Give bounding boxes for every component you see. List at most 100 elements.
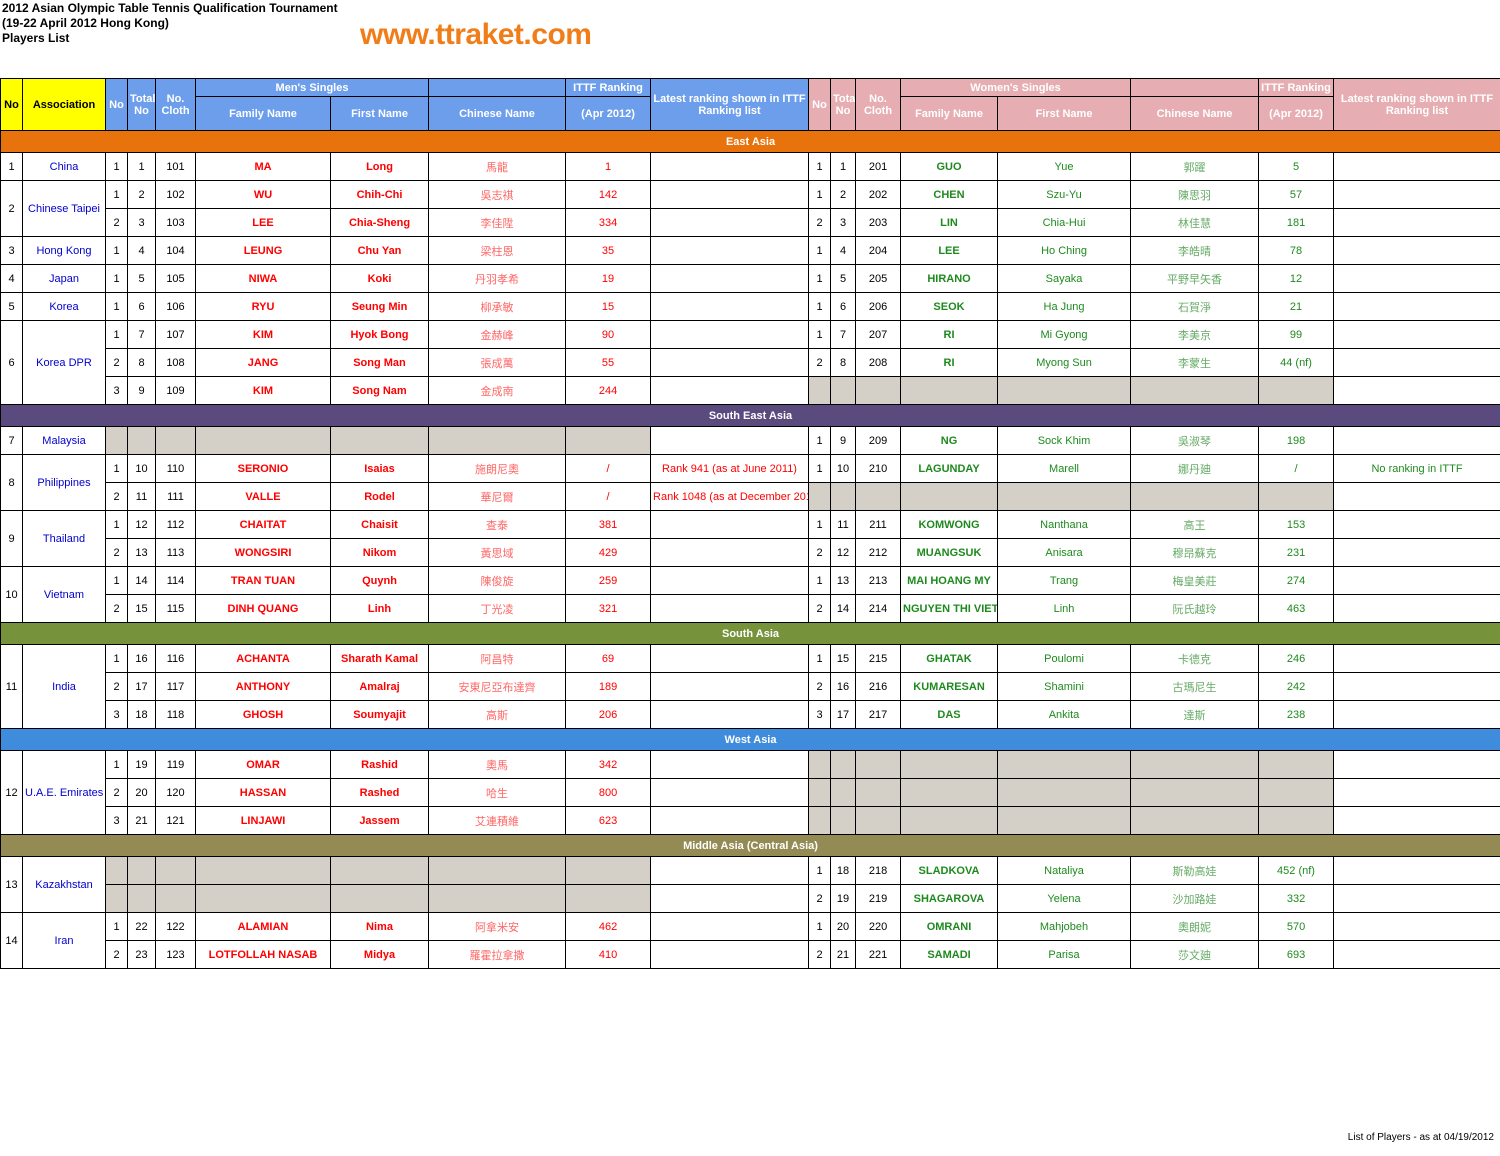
col-header-women-chinese-name: Chinese Name xyxy=(1130,96,1260,131)
womens-latest-rank-note xyxy=(1333,912,1500,941)
womens-total-no: 18 xyxy=(830,856,857,885)
mens-chinese-name-blank xyxy=(428,884,567,913)
mens-chinese-name: 丹羽孝希 xyxy=(428,264,567,293)
womens-first-name: Yelena xyxy=(997,884,1132,913)
womens-no: 2 xyxy=(808,594,832,623)
womens-ittf-rank: 99 xyxy=(1258,320,1335,349)
womens-no: 2 xyxy=(808,538,832,567)
mens-total-no: 22 xyxy=(127,912,156,941)
womens-family-name: GHATAK xyxy=(900,644,999,673)
mens-chinese-name: 阿昌特 xyxy=(428,644,567,673)
mens-chinese-name: 奧馬 xyxy=(428,750,567,779)
womens-no: 2 xyxy=(808,884,832,913)
womens-no-cloth: 206 xyxy=(855,292,902,321)
mens-no-cloth: 101 xyxy=(155,152,196,181)
mens-total-no: 11 xyxy=(127,482,156,511)
mens-chinese-name: 施朗尼奧 xyxy=(428,454,567,483)
womens-no-cloth: 221 xyxy=(855,940,902,969)
mens-no: 1 xyxy=(105,912,128,941)
mens-total-no: 9 xyxy=(127,376,156,405)
col-header-no: No xyxy=(0,78,23,131)
mens-latest-rank-note xyxy=(650,180,810,209)
womens-latest-rank-note xyxy=(1333,152,1500,181)
womens-total-no: 20 xyxy=(830,912,857,941)
womens-latest-rank-note xyxy=(1333,538,1500,567)
womens-total-no: 5 xyxy=(830,264,857,293)
womens-family-name: KOMWONG xyxy=(900,510,999,539)
table-row: 3 21 121 LINJAWI Jassem 艾連積維 623 xyxy=(1,806,1500,835)
mens-latest-rank-note xyxy=(650,806,810,835)
womens-ittf-rank: 452 (nf) xyxy=(1258,856,1335,885)
mens-chinese-name: 丁光凌 xyxy=(428,594,567,623)
tournament-dates-venue: (19-22 April 2012 Hong Kong) xyxy=(2,16,169,30)
mens-family-name-blank xyxy=(195,426,331,455)
womens-chinese-name: 穆昂蘇克 xyxy=(1130,538,1260,567)
mens-family-name: ACHANTA xyxy=(195,644,331,673)
mens-chinese-name: 羅霍拉拿撒 xyxy=(428,940,567,969)
mens-no-cloth-blank xyxy=(155,884,196,913)
womens-no-cloth: 205 xyxy=(855,264,902,293)
mens-first-name: Chih-Chi xyxy=(329,180,430,209)
womens-no-cloth: 211 xyxy=(855,510,902,539)
association-name: Japan xyxy=(22,264,106,293)
mens-chinese-name: 陳俊旋 xyxy=(428,566,567,595)
mens-no: 2 xyxy=(105,594,128,623)
womens-no: 2 xyxy=(808,208,832,237)
womens-no-cloth: 201 xyxy=(855,152,902,181)
mens-no: 2 xyxy=(105,778,128,807)
womens-no-cloth: 213 xyxy=(855,566,902,595)
table-row: 5 Korea 1 6 106 RYU Seung Min 柳承敏 15 1 6 206 SEOK Ha … xyxy=(0,292,1500,321)
womens-latest-rank-note xyxy=(1333,292,1500,321)
mens-first-name: Linh xyxy=(329,594,430,623)
womens-first-name-blank xyxy=(997,482,1132,511)
col-header-women-family-name: Family Name xyxy=(900,96,999,131)
mens-total-no: 5 xyxy=(127,264,156,293)
mens-no-cloth: 118 xyxy=(155,700,196,729)
womens-total-no: 3 xyxy=(830,208,857,237)
womens-total-no: 4 xyxy=(830,236,857,265)
mens-total-no: 1 xyxy=(127,152,156,181)
womens-latest-rank-blank xyxy=(1333,750,1500,779)
mens-family-name: KIM xyxy=(195,376,331,405)
mens-latest-rank-note xyxy=(650,644,810,673)
table-row: 2 11 111 VALLE Rodel 華尼爾 / Rank 1048 (as at Dec… xyxy=(1,482,1500,511)
womens-family-name-blank xyxy=(900,778,999,807)
table-row: 2 15 115 DINH QUANG Linh 丁光凌 321 2 14 214 NGUYEN T… xyxy=(1,594,1500,623)
mens-family-name: KIM xyxy=(195,320,331,349)
womens-family-name: SEOK xyxy=(900,292,999,321)
w-no-cloth-line2: Cloth xyxy=(863,104,893,117)
womens-first-name: Trang xyxy=(997,566,1132,595)
womens-ittf-rank: 693 xyxy=(1258,940,1335,969)
mens-family-name: SERONIO xyxy=(195,454,331,483)
mens-total-no-blank xyxy=(127,856,156,885)
col-header-men-chinese-spacer xyxy=(428,78,567,97)
association-name: India xyxy=(22,644,106,729)
w-total-no-line1: Total xyxy=(833,92,856,105)
womens-first-name: Chia-Hui xyxy=(997,208,1132,237)
mens-no-cloth: 112 xyxy=(155,510,196,539)
mens-first-name: Song Nam xyxy=(329,376,430,405)
footer-note: List of Players - as at 04/19/2012 xyxy=(1347,1132,1494,1143)
womens-ittf-rank: 570 xyxy=(1258,912,1335,941)
womens-total-no-blank xyxy=(830,750,857,779)
womens-no-cloth-blank xyxy=(855,376,902,405)
mens-total-no: 23 xyxy=(127,940,156,969)
womens-latest-rank-blank xyxy=(1333,806,1500,835)
womens-ittf-rank: 332 xyxy=(1258,884,1335,913)
table-row: 2 3 103 LEE Chia-Sheng 李佳陞 334 2 3 203 LIN Chia-Hui… xyxy=(1,208,1500,237)
womens-ittf-rank: 238 xyxy=(1258,700,1335,729)
document-subtitle: Players List xyxy=(2,31,70,45)
womens-chinese-name-blank xyxy=(1130,750,1260,779)
mens-first-name: Long xyxy=(329,152,430,181)
mens-latest-rank-note xyxy=(650,594,810,623)
womens-latest-rank-note xyxy=(1333,264,1500,293)
mens-latest-rank-note xyxy=(650,348,810,377)
table-row: 1 China 1 1 101 MA Long 馬龍 1 1 1 201 GUO Yue 郭躍 5 xyxy=(0,152,1500,181)
mens-first-name: Seung Min xyxy=(329,292,430,321)
mens-ittf-rank: 90 xyxy=(565,320,652,349)
womens-ittf-rank: 181 xyxy=(1258,208,1335,237)
mens-ittf-rank: 19 xyxy=(565,264,652,293)
womens-chinese-name: 娜丹廸 xyxy=(1130,454,1260,483)
mens-ittf-rank: 410 xyxy=(565,940,652,969)
mens-chinese-name: 哈生 xyxy=(428,778,567,807)
